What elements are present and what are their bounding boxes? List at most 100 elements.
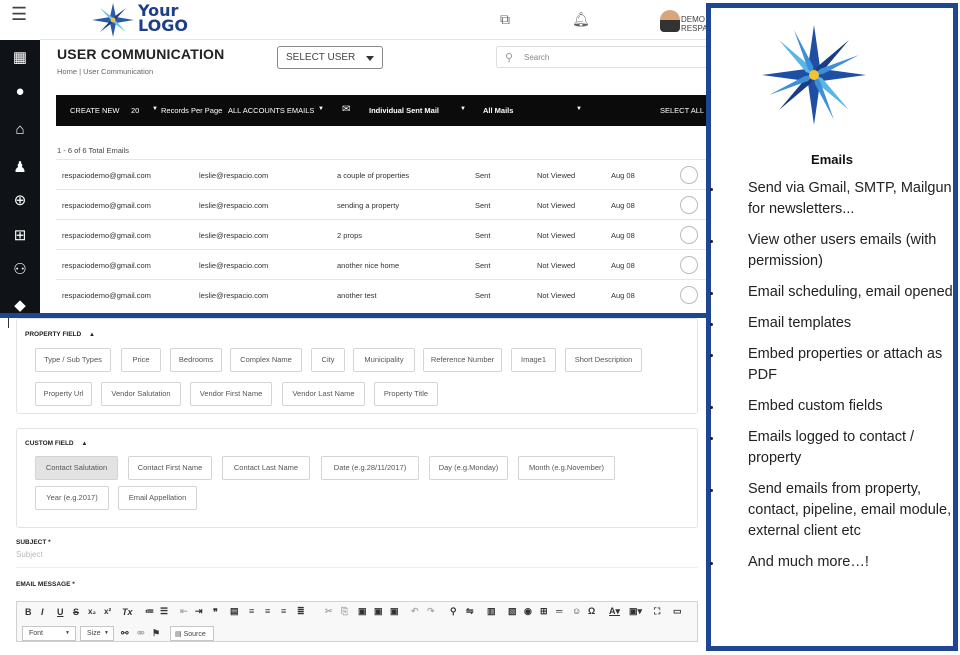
records-count[interactable]: 20	[131, 106, 139, 115]
paste-word-icon[interactable]: ▣	[390, 606, 399, 617]
create-new-button[interactable]: CREATE NEW	[70, 106, 119, 115]
chip-date[interactable]: Date (e.g.28/11/2017)	[321, 456, 419, 480]
indent-icon[interactable]: ⇥	[195, 606, 203, 617]
align-right-icon[interactable]: ≡	[281, 606, 286, 616]
chip-contact-salutation[interactable]: Contact Salutation	[35, 456, 118, 480]
font-select[interactable]: Font ▼	[22, 626, 76, 641]
hamburger-menu-icon[interactable]: ☰	[11, 4, 27, 25]
chip-bedrooms[interactable]: Bedrooms	[170, 348, 222, 372]
undo-icon[interactable]: ↶	[411, 606, 419, 617]
outdent-icon[interactable]: ⇤	[180, 606, 188, 617]
table-row[interactable]: respaciodemo@gmail.com leslie@respacio.c…	[56, 159, 710, 189]
superscript-icon[interactable]: x²	[104, 607, 111, 616]
chip-day[interactable]: Day (e.g.Monday)	[429, 456, 508, 480]
table-row[interactable]: respaciodemo@gmail.com leslie@respacio.c…	[56, 249, 710, 279]
div-icon[interactable]: ▤	[230, 606, 239, 617]
table-row[interactable]: respaciodemo@gmail.com leslie@respacio.c…	[56, 279, 710, 309]
chip-municipality[interactable]: Municipality	[353, 348, 415, 372]
blockquote-icon[interactable]: ❞	[213, 607, 218, 618]
align-left-icon[interactable]: ≡	[249, 606, 254, 616]
unlink-icon[interactable]: ⚮	[137, 628, 145, 639]
home-icon[interactable]: ⌂	[10, 120, 30, 140]
contacts-icon[interactable]: ●	[10, 82, 30, 102]
numbered-list-icon[interactable]: ≔	[145, 606, 154, 617]
spellcheck-icon[interactable]: ▥	[487, 606, 496, 617]
table-row[interactable]: respaciodemo@gmail.com leslie@respacio.c…	[56, 219, 710, 249]
row-select-radio[interactable]	[680, 196, 698, 214]
avatar[interactable]	[660, 10, 680, 32]
italic-icon[interactable]: I	[41, 607, 44, 617]
subject-input[interactable]: Subject	[16, 550, 698, 568]
chip-complex-name[interactable]: Complex Name	[230, 348, 302, 372]
bold-icon[interactable]: B	[25, 607, 32, 617]
chip-year[interactable]: Year (e.g.2017)	[35, 486, 109, 510]
subscript-icon[interactable]: x₂	[88, 607, 96, 616]
redo-icon[interactable]: ↷	[427, 606, 435, 617]
row-select-radio[interactable]	[680, 166, 698, 184]
flash-icon[interactable]: ◉	[524, 606, 532, 617]
chip-property-title[interactable]: Property Title	[374, 382, 438, 406]
records-dropdown-icon[interactable]: ▼	[152, 106, 158, 112]
dashboard-icon[interactable]: ▦	[10, 48, 30, 68]
row-select-radio[interactable]	[680, 256, 698, 274]
chip-contact-first-name[interactable]: Contact First Name	[128, 456, 212, 480]
bullet-list-icon[interactable]: ☰	[160, 606, 168, 617]
table-icon[interactable]: ⊞	[540, 606, 548, 617]
chip-reference-number[interactable]: Reference Number	[423, 348, 502, 372]
collapse-caret-icon[interactable]: ▲	[81, 441, 87, 447]
justify-icon[interactable]: ≣	[297, 606, 305, 617]
cut-icon[interactable]: ✂	[325, 606, 333, 617]
source-button[interactable]: ▤ Source	[170, 626, 214, 641]
chip-short-description[interactable]: Short Description	[565, 348, 642, 372]
breadcrumb[interactable]: Home | User Communication	[57, 67, 153, 76]
copy-icon[interactable]: ⎘	[341, 606, 348, 617]
size-select[interactable]: Size ▼	[80, 626, 114, 641]
team-icon[interactable]: ⚇	[10, 260, 30, 280]
special-char-icon[interactable]: Ω	[588, 606, 595, 616]
select-all-button[interactable]: SELECT ALL	[660, 106, 704, 115]
select-user-dropdown[interactable]: SELECT USER	[277, 46, 383, 69]
row-select-radio[interactable]	[680, 226, 698, 244]
sent-type-dropdown-icon[interactable]: ▼	[460, 106, 466, 112]
chip-contact-last-name[interactable]: Contact Last Name	[222, 456, 310, 480]
sent-type-filter[interactable]: Individual Sent Mail	[369, 106, 439, 115]
align-center-icon[interactable]: ≡	[265, 606, 270, 616]
show-blocks-icon[interactable]: ▭	[673, 606, 682, 617]
text-color-icon[interactable]: A▾	[609, 606, 620, 617]
accounts-dropdown-icon[interactable]: ▼	[318, 106, 324, 112]
chip-vendor-first-name[interactable]: Vendor First Name	[190, 382, 272, 406]
chip-month[interactable]: Month (e.g.November)	[518, 456, 615, 480]
custom-field-title[interactable]: CUSTOM FIELD ▲	[25, 440, 87, 447]
translate-icon[interactable]: ⧉	[500, 11, 510, 28]
replace-icon[interactable]: ⇋	[466, 606, 474, 617]
paste-text-icon[interactable]: ▣	[374, 606, 383, 617]
chip-type-sub-types[interactable]: Type / Sub Types	[35, 348, 111, 372]
horizontal-line-icon[interactable]: ═	[556, 606, 562, 616]
smiley-icon[interactable]: ☺	[572, 606, 581, 616]
org-chart-icon[interactable]: ⊞	[10, 226, 30, 246]
mail-filter[interactable]: All Mails	[483, 106, 513, 115]
row-select-radio[interactable]	[680, 286, 698, 304]
globe-icon[interactable]: ⊕	[10, 191, 30, 211]
image-icon[interactable]: ▧	[508, 606, 517, 617]
chip-email-appellation[interactable]: Email Appellation	[118, 486, 197, 510]
chip-vendor-last-name[interactable]: Vendor Last Name	[282, 382, 365, 406]
chip-price[interactable]: Price	[121, 348, 161, 372]
bg-color-icon[interactable]: ▣▾	[629, 606, 642, 617]
strikethrough-icon[interactable]: S	[73, 607, 79, 617]
mail-filter-dropdown-icon[interactable]: ▼	[576, 106, 582, 112]
search-input[interactable]: ⚲ Search	[496, 46, 710, 68]
chip-vendor-salutation[interactable]: Vendor Salutation	[101, 382, 181, 406]
paste-icon[interactable]: ▣	[358, 606, 367, 617]
anchor-flag-icon[interactable]: ⚑	[152, 628, 160, 639]
accounts-filter[interactable]: ALL ACCOUNTS EMAILS	[228, 106, 314, 115]
link-icon[interactable]: ⚯	[121, 628, 129, 639]
bell-icon[interactable]: 🔔︎	[572, 11, 590, 28]
table-row[interactable]: respaciodemo@gmail.com leslie@respacio.c…	[56, 189, 710, 219]
chip-city[interactable]: City	[311, 348, 345, 372]
underline-icon[interactable]: U	[57, 607, 64, 617]
property-field-title[interactable]: PROPERTY FIELD ▲	[25, 331, 95, 338]
chip-property-url[interactable]: Property Url	[35, 382, 92, 406]
chip-image1[interactable]: Image1	[511, 348, 556, 372]
remove-format-icon[interactable]: Tx	[122, 607, 133, 617]
